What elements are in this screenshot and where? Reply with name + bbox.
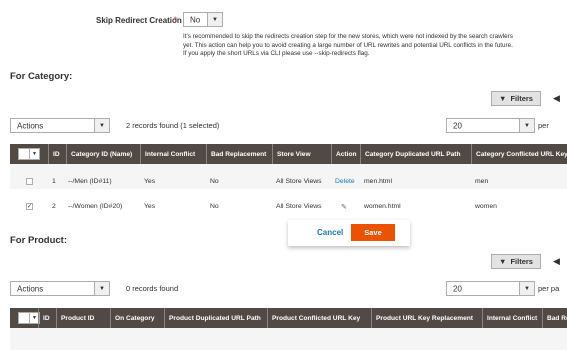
row-internal-conflict: Yes <box>144 203 156 210</box>
actions-label: Actions <box>17 121 44 130</box>
row-duplicated-url-path: women.html <box>364 203 401 210</box>
chevron-down-icon: ▼ <box>29 149 39 159</box>
skip-redirect-value: No <box>190 15 201 24</box>
product-per-page-select[interactable]: 20 ▼ <box>446 281 535 296</box>
col-id[interactable]: ID <box>48 144 63 164</box>
category-table-header: ▼ ID Category ID (Name) Internal Conflic… <box>10 144 567 164</box>
product-table-header: ▼ ID Product ID On Category Product Dupl… <box>10 308 567 328</box>
cancel-button[interactable]: Cancel <box>317 228 343 237</box>
chevron-down-icon: ▼ <box>207 13 222 26</box>
row-store-view: All Store Views <box>276 203 322 210</box>
col-on-category[interactable]: On Category <box>110 308 164 328</box>
chevron-down-icon: ▼ <box>94 282 109 295</box>
col-bad-replacement[interactable]: Bad Replacement <box>206 144 276 164</box>
product-records-found: 0 records found <box>126 284 179 293</box>
col-product-duplicated-url-path[interactable]: Product Duplicated URL Path <box>164 308 267 328</box>
row-bad-replacement: No <box>210 203 219 210</box>
per-page-value: 20 <box>453 121 462 130</box>
col-internal-conflict[interactable]: Internal Conflict <box>482 308 542 328</box>
col-id[interactable]: ID <box>38 308 58 328</box>
mass-select[interactable]: ▼ <box>18 148 40 160</box>
col-bad-replacement[interactable]: Bad Re <box>542 308 567 328</box>
col-store-view[interactable]: Store View <box>272 144 333 164</box>
product-table-body <box>10 328 567 350</box>
col-action[interactable]: Action <box>331 144 363 164</box>
product-filters-button[interactable]: ▼ Filters <box>491 254 541 269</box>
view-icon[interactable]: ◀ <box>553 93 560 104</box>
per-page-label: per pa <box>538 284 560 293</box>
category-records-found: 2 records found (1 selected) <box>126 121 220 130</box>
row-conflicted-url-key: women <box>475 203 497 210</box>
category-section-title: For Category: <box>10 71 73 82</box>
row-checkbox[interactable] <box>26 178 33 185</box>
chevron-down-icon: ▼ <box>519 119 534 132</box>
per-page-label: per <box>538 121 549 130</box>
category-per-page-select[interactable]: 20 ▼ <box>446 118 535 133</box>
product-actions-select[interactable]: Actions ▼ <box>10 281 110 296</box>
chevron-down-icon: ▼ <box>94 119 109 132</box>
col-product-id[interactable]: Product ID <box>56 308 110 328</box>
required-mark: * <box>174 15 178 25</box>
category-filters-button[interactable]: ▼ Filters <box>491 91 541 106</box>
save-button[interactable]: Save <box>351 224 395 241</box>
col-category-conflicted-url-key[interactable]: Category Conflicted URL Key <box>471 144 567 164</box>
mass-select[interactable]: ▼ <box>18 312 40 324</box>
col-category-duplicated-url-path[interactable]: Category Duplicated URL Path <box>360 144 471 164</box>
view-icon[interactable]: ◀ <box>553 256 560 267</box>
actions-label: Actions <box>17 284 44 293</box>
row-checkbox-checked[interactable]: ✓ <box>26 203 33 210</box>
row-id: 2 <box>52 203 56 210</box>
row-category-name: --/Women (ID#20) <box>68 203 123 210</box>
chevron-down-icon: ▼ <box>519 282 534 295</box>
filter-icon: ▼ <box>499 94 507 103</box>
col-product-url-key-replacement[interactable]: Product URL Key Replacement <box>371 308 482 328</box>
skip-redirect-note: It's recommended to skip the redirects c… <box>183 33 513 58</box>
skip-redirect-label: Skip Redirect Creation <box>96 16 182 25</box>
col-product-conflicted-url-key[interactable]: Product Conflicted URL Key <box>267 308 371 328</box>
product-section-title: For Product: <box>10 235 67 246</box>
filters-label: Filters <box>510 94 533 103</box>
edit-icon[interactable]: ✎ <box>341 189 347 224</box>
col-internal-conflict[interactable]: Internal Conflict <box>140 144 206 164</box>
filters-label: Filters <box>510 257 533 266</box>
per-page-value: 20 <box>453 284 462 293</box>
filter-icon: ▼ <box>499 257 507 266</box>
col-category-id-name[interactable]: Category ID (Name) <box>66 144 149 164</box>
table-row[interactable]: ✓ 2 --/Women (ID#20) Yes No All Store Vi… <box>10 189 567 224</box>
category-actions-select[interactable]: Actions ▼ <box>10 118 110 133</box>
skip-redirect-select[interactable]: No ▼ <box>183 12 223 27</box>
